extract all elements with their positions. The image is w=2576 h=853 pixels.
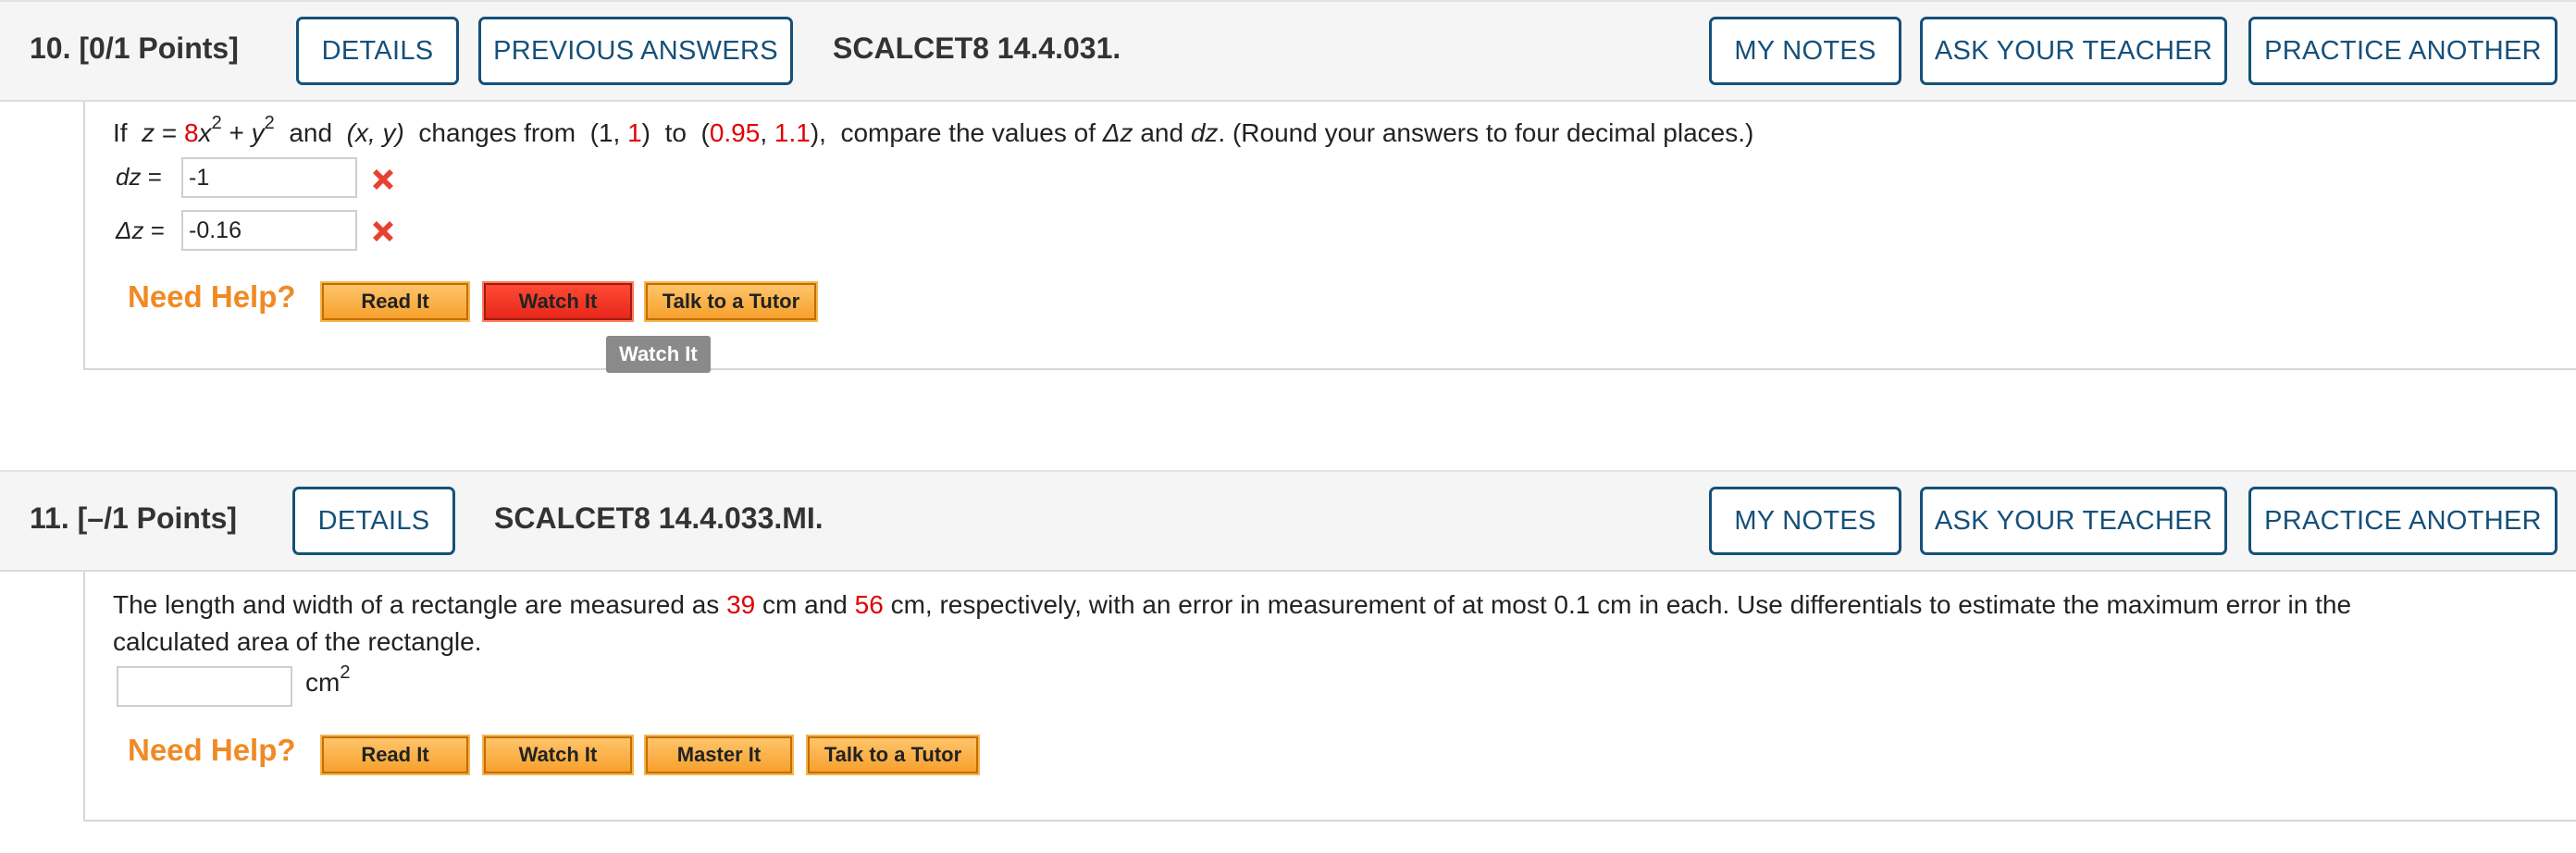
- q11-prompt-line2: calculated area of the rectangle.: [113, 627, 482, 656]
- q10-previous-answers-button[interactable]: PREVIOUS ANSWERS: [478, 17, 793, 85]
- q11-my-notes-button[interactable]: MY NOTES: [1709, 487, 1901, 555]
- q10-need-help: Need Help?: [128, 279, 296, 314]
- q10-practice-another-button[interactable]: PRACTICE ANOTHER: [2248, 17, 2557, 85]
- q10-body: If z = 8x2 + y2 and (x, y) changes from …: [83, 102, 2576, 373]
- q11-practice-another-button[interactable]: PRACTICE ANOTHER: [2248, 487, 2557, 555]
- q10-watch-it-tooltip: Watch It: [606, 336, 711, 373]
- q10-ask-teacher-button[interactable]: ASK YOUR TEACHER: [1920, 17, 2227, 85]
- q10-deltaz-wrong-icon: [373, 221, 393, 241]
- q11-prompt-line1: The length and width of a rectangle are …: [113, 590, 2352, 619]
- q11-points: [–/1 Points]: [77, 501, 238, 535]
- q11-body: The length and width of a rectangle are …: [83, 572, 2576, 822]
- q10-talk-tutor-button[interactable]: Talk to a Tutor: [644, 281, 818, 322]
- q11-number: 11.: [30, 501, 69, 535]
- q10-my-notes-button[interactable]: MY NOTES: [1709, 17, 1901, 85]
- q10-title: 10. [0/1 Points]: [30, 31, 239, 66]
- q11-details-button[interactable]: DETAILS: [292, 487, 455, 555]
- q11-need-help: Need Help?: [128, 733, 296, 767]
- q10-details-button[interactable]: DETAILS: [296, 17, 459, 85]
- q11-ask-teacher-button[interactable]: ASK YOUR TEACHER: [1920, 487, 2227, 555]
- q10-dz-input[interactable]: [181, 157, 357, 198]
- q10-watch-it-button[interactable]: Watch It: [482, 281, 634, 322]
- q11-watch-it-button[interactable]: Watch It: [482, 735, 634, 775]
- q10-points: [0/1 Points]: [79, 31, 239, 65]
- q10-number: 10.: [30, 31, 71, 65]
- q10-deltaz-input[interactable]: [181, 210, 357, 251]
- q10-dz-wrong-icon: [373, 169, 393, 190]
- q11-header: 11. [–/1 Points] DETAILS SCALCET8 14.4.0…: [0, 470, 2576, 572]
- q10-prompt: If z = 8x2 + y2 and (x, y) changes from …: [113, 112, 1754, 147]
- q11-unit: cm2: [305, 661, 351, 697]
- q10-header: 10. [0/1 Points] DETAILS PREVIOUS ANSWER…: [0, 0, 2576, 102]
- q10-dz-label: dz =: [116, 163, 162, 191]
- q11-read-it-button[interactable]: Read It: [320, 735, 470, 775]
- q11-title: 11. [–/1 Points]: [30, 501, 237, 536]
- q10-deltaz-label: Δz =: [116, 216, 165, 244]
- q10-read-it-button[interactable]: Read It: [320, 281, 470, 322]
- q11-master-it-button[interactable]: Master It: [644, 735, 794, 775]
- q11-talk-tutor-button[interactable]: Talk to a Tutor: [806, 735, 980, 775]
- q11-code: SCALCET8 14.4.033.MI.: [494, 501, 824, 535]
- q11-answer-input[interactable]: [117, 666, 292, 707]
- q10-code: SCALCET8 14.4.031.: [833, 31, 1121, 65]
